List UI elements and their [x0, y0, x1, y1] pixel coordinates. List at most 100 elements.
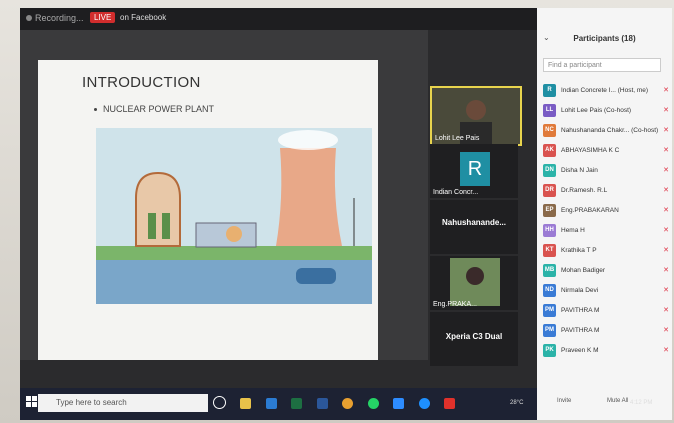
muted-mic-icon[interactable]: ✕	[663, 246, 669, 254]
participant-avatar: PK	[543, 344, 556, 357]
video-tile-participant-video[interactable]: Eng.PRAKA...	[430, 256, 518, 310]
participant-search-input[interactable]: Find a participant	[543, 58, 661, 72]
system-tray: 28°C 4:12 PM	[510, 400, 670, 406]
meeting-top-bar: Recording... LIVE on Facebook	[20, 8, 540, 30]
muted-mic-icon[interactable]: ✕	[663, 126, 669, 134]
browser-icon[interactable]	[418, 398, 430, 409]
participant-row[interactable]: MB Mohan Badiger ✕	[541, 260, 669, 280]
participant-row[interactable]: DN Disha N Jain ✕	[541, 160, 669, 180]
muted-mic-icon[interactable]: ✕	[663, 186, 669, 194]
participant-name: Lohit Lee Pais (Co-host)	[561, 107, 632, 114]
task-view-icon[interactable]	[213, 396, 226, 409]
muted-mic-icon[interactable]: ✕	[663, 226, 669, 234]
participant-name: Dr.Ramesh. R.L	[561, 187, 608, 194]
participant-row[interactable]: DR Dr.Ramesh. R.L ✕	[541, 180, 669, 200]
participant-avatar: DR	[543, 184, 556, 197]
participant-row[interactable]: EP Eng.PRABAKARAN ✕	[541, 200, 669, 220]
video-tile-device[interactable]: Xperia C3 Dual	[430, 312, 518, 366]
participant-name: Eng.PRABAKARAN	[561, 207, 619, 214]
slide-bullet: NUCLEAR POWER PLANT	[94, 104, 214, 114]
participant-row[interactable]: ND Nirmala Devi ✕	[541, 280, 669, 300]
bullet-icon	[94, 108, 97, 112]
participant-avatar: R	[543, 84, 556, 97]
host-avatar: R	[460, 152, 490, 186]
taskbar-search-input[interactable]: Type here to search	[38, 394, 208, 412]
participant-name: Nahushananda Chakr... (Co-host)	[561, 127, 659, 134]
participant-row[interactable]: PM PAVITHRA M ✕	[541, 320, 669, 340]
tile-label: Indian Concr...	[433, 189, 479, 196]
muted-mic-icon[interactable]: ✕	[663, 346, 669, 354]
muted-mic-icon[interactable]: ✕	[663, 206, 669, 214]
participant-row[interactable]: LL Lohit Lee Pais (Co-host) ✕	[541, 100, 669, 120]
participant-avatar: LL	[543, 104, 556, 117]
participant-name: Hema H	[561, 227, 585, 234]
live-stream-target[interactable]: on Facebook	[120, 13, 166, 22]
muted-mic-icon[interactable]: ✕	[663, 326, 669, 334]
participant-name: Mohan Badiger	[561, 267, 606, 274]
participant-row[interactable]: KT Krathika T P ✕	[541, 240, 669, 260]
muted-mic-icon[interactable]: ✕	[663, 86, 669, 94]
muted-mic-icon[interactable]: ✕	[663, 166, 669, 174]
screen-share-area: INTRODUCTION NUCLEAR POWER PLANT	[20, 30, 428, 360]
muted-mic-icon[interactable]: ✕	[663, 286, 669, 294]
live-badge: LIVE	[90, 12, 116, 23]
participant-name: Nirmala Devi	[561, 287, 599, 294]
video-tile-host[interactable]: R Indian Concr...	[430, 144, 518, 198]
participant-avatar: MB	[543, 264, 556, 277]
excel-icon[interactable]	[291, 398, 303, 409]
participant-avatar: PM	[543, 324, 556, 337]
tile-label: Eng.PRAKA...	[433, 301, 477, 308]
muted-mic-icon[interactable]: ✕	[663, 106, 669, 114]
participant-list: R Indian Concrete I... (Host, me) ✕ LL Lohit…	[541, 80, 669, 360]
chrome-icon[interactable]	[342, 398, 354, 409]
muted-mic-icon[interactable]: ✕	[663, 146, 669, 154]
slide-bullet-text: NUCLEAR POWER PLANT	[103, 104, 215, 114]
edge-icon[interactable]	[265, 398, 277, 409]
muted-mic-icon[interactable]: ✕	[663, 306, 669, 314]
record-icon	[26, 15, 32, 21]
participant-avatar: AK	[543, 144, 556, 157]
participant-row[interactable]: HH Hema H ✕	[541, 220, 669, 240]
participant-row[interactable]: NC Nahushananda Chakr... (Co-host) ✕	[541, 120, 669, 140]
video-tile-participant[interactable]: Nahushanande...	[430, 200, 518, 254]
participant-name: Disha N Jain	[561, 167, 598, 174]
zoom-icon[interactable]	[393, 398, 405, 409]
tile-name: Nahushanande...	[441, 218, 506, 227]
file-explorer-icon[interactable]	[240, 398, 252, 409]
word-icon[interactable]	[316, 398, 328, 409]
participant-row[interactable]: R Indian Concrete I... (Host, me) ✕	[541, 80, 669, 100]
participant-name: Krathika T P	[561, 247, 597, 254]
participants-panel: ⌄ Participants (18) Find a participant R…	[537, 8, 672, 420]
pdf-reader-icon[interactable]	[444, 398, 456, 409]
muted-mic-icon[interactable]: ✕	[663, 266, 669, 274]
recording-indicator[interactable]: Recording...	[26, 13, 84, 23]
whatsapp-icon[interactable]	[367, 398, 379, 409]
slide-title: INTRODUCTION	[82, 74, 201, 91]
windows-start-icon[interactable]	[26, 396, 38, 408]
zoom-window: Recording... LIVE on Facebook INTRODUCTI…	[20, 8, 672, 420]
video-tile-active-speaker[interactable]: Lohit Lee Pais	[430, 86, 522, 146]
participant-avatar: KT	[543, 244, 556, 257]
participant-name: Praveen K M	[561, 347, 599, 354]
participant-row[interactable]: PM PAVITHRA M ✕	[541, 300, 669, 320]
taskbar-apps	[208, 396, 460, 414]
participant-name: ABHAYASIMHA K C	[561, 147, 620, 154]
windows-taskbar: Type here to search	[20, 388, 537, 420]
presentation-slide: INTRODUCTION NUCLEAR POWER PLANT	[38, 60, 378, 360]
participant-avatar: NC	[543, 124, 556, 137]
participant-name: PAVITHRA M	[561, 307, 600, 314]
tile-name: Xperia C3 Dual	[445, 332, 503, 341]
participant-row[interactable]: PK Praveen K M ✕	[541, 340, 669, 360]
weather-temperature[interactable]: 28°C	[510, 400, 523, 406]
participants-title: Participants (18)	[573, 34, 636, 43]
participant-avatar: PM	[543, 304, 556, 317]
participant-avatar: EP	[543, 204, 556, 217]
clock-time[interactable]: 4:12 PM	[630, 400, 652, 406]
participant-avatar: HH	[543, 224, 556, 237]
recording-label: Recording...	[35, 13, 84, 23]
participant-avatar: DN	[543, 164, 556, 177]
plant-diagram-graphic	[96, 130, 372, 304]
participant-row[interactable]: AK ABHAYASIMHA K C ✕	[541, 140, 669, 160]
nuclear-plant-diagram	[96, 128, 372, 304]
tile-label: Lohit Lee Pais	[435, 135, 480, 142]
